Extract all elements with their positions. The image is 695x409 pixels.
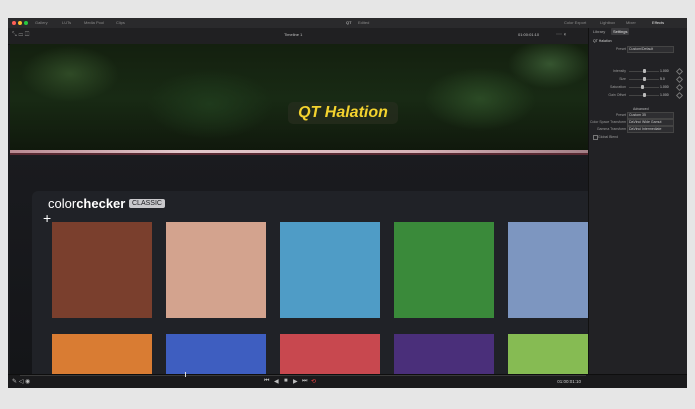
image-viewer[interactable]: QT Halation colorchecker CLASSIC + — [10, 44, 588, 374]
global-blend-label: Global Blend — [598, 135, 619, 139]
effects-panel: Library Settings QT Halation Preset Cust… — [588, 28, 687, 374]
dropdown-label: Gamma Transform — [596, 127, 626, 131]
menu-clips[interactable]: Clips — [116, 20, 125, 25]
close-icon[interactable] — [12, 21, 16, 25]
tab-settings[interactable]: Settings — [611, 28, 630, 35]
preset-row: Preset Custom/Default — [589, 46, 687, 53]
slider-label: Intensity — [612, 69, 626, 73]
keyframe-icon[interactable] — [675, 67, 684, 76]
menu-lightbox[interactable]: Lightbox — [600, 20, 615, 25]
audio-icons[interactable]: ✎ ◁ ◉ — [12, 378, 30, 385]
slider-value[interactable]: 5.0 — [660, 77, 665, 81]
slider-value[interactable]: 1.000 — [660, 93, 669, 97]
panel-tabs: Library Settings — [589, 28, 687, 37]
logo-badge: CLASSIC — [129, 199, 165, 208]
slider-knob[interactable] — [641, 85, 644, 89]
play-icon[interactable]: ▶ — [293, 378, 298, 385]
prev-frame-icon[interactable]: ⏮ — [264, 378, 269, 385]
menu-media-pool[interactable]: Media Pool — [84, 20, 104, 25]
slider-label: Saturation — [610, 85, 626, 89]
bottom-timecode: 01:00:01:10 — [557, 379, 581, 384]
preset-label: Preset — [615, 47, 626, 51]
loop-icon[interactable]: ⟲ — [311, 378, 316, 385]
color-swatch — [166, 334, 266, 374]
colorchecker-logo: colorchecker — [48, 196, 125, 211]
menu-color-export[interactable]: Color Export — [564, 20, 586, 25]
color-swatch — [508, 334, 588, 374]
slider-row: Saturation 1.000 — [589, 83, 687, 92]
viewer-options-icon[interactable]: ⋯ ◐ — [556, 31, 567, 38]
slider-value[interactable]: 1.000 — [660, 69, 669, 73]
keyframe-icon[interactable] — [675, 83, 684, 92]
zoom-icon[interactable] — [24, 21, 28, 25]
reverse-icon[interactable]: ◀ — [274, 378, 279, 385]
slider-track[interactable] — [629, 87, 659, 88]
color-swatch — [52, 334, 152, 374]
timeline-name[interactable]: Timeline 1 — [284, 32, 302, 37]
color-swatch — [280, 222, 380, 318]
menu-mixer[interactable]: Mixer — [626, 20, 636, 25]
slider-value[interactable]: 1.000 — [660, 85, 669, 89]
slider-row: Size 5.0 — [589, 75, 687, 84]
top-timecode: 01:00:01:10 — [518, 32, 540, 37]
keyframe-icon[interactable] — [675, 91, 684, 100]
menu-luts[interactable]: LUTs — [62, 20, 71, 25]
color-swatch — [394, 222, 494, 318]
crosshair-icon: + — [43, 210, 52, 226]
slider-row: Intensity 1.000 — [589, 67, 687, 76]
dropdown-row: Color Space Transform DaVinci Wide Gamut — [589, 119, 687, 126]
slider-knob[interactable] — [642, 77, 646, 81]
tool-icons[interactable]: ⤡ ▭ ◫ — [12, 32, 29, 39]
dropdown-label: Color Space Transform — [590, 120, 626, 124]
section-label: Advanced — [633, 107, 649, 111]
transport-bar: ✎ ◁ ◉ ⏮ ◀ ■ ▶ ⏭ ⟲ 01:00:01:10 — [8, 372, 687, 388]
window-title-sub: Edited — [358, 20, 370, 25]
scrubber[interactable] — [20, 372, 586, 377]
preset-dropdown[interactable]: Custom/Default — [627, 46, 674, 53]
minimize-icon[interactable] — [18, 21, 22, 25]
dropdown-row: Preset Custom 35 — [589, 112, 687, 119]
color-swatch — [166, 222, 266, 318]
overlay-title: QT Halation — [288, 102, 398, 124]
next-frame-icon[interactable]: ⏭ — [302, 378, 307, 385]
fx-header: QT Halation — [589, 39, 687, 46]
menu-gallery[interactable]: Gallery — [35, 20, 48, 25]
window-title: QT — [346, 20, 352, 25]
global-blend-row[interactable]: Global Blend — [589, 134, 687, 141]
slider-knob[interactable] — [642, 93, 646, 97]
color-swatch — [52, 222, 152, 318]
dropdown-row: Gamma Transform DaVinci Intermediate — [589, 126, 687, 133]
foliage-background — [10, 44, 588, 152]
logo-bold: checker — [76, 196, 126, 211]
color-swatch — [280, 334, 380, 374]
fx-name: QT Halation — [593, 39, 612, 43]
dropdown-label: Preset — [615, 113, 626, 117]
slider-row: Gain Offset 1.000 — [589, 91, 687, 100]
app-window: Gallery LUTs Media Pool Clips QT Edited … — [8, 18, 687, 388]
slider-label: Gain Offset — [608, 93, 626, 97]
logo-light: color — [48, 196, 77, 211]
dropdown-select[interactable]: Custom 35 — [627, 112, 674, 119]
menu-effects[interactable]: Effects — [652, 20, 664, 25]
tab-library[interactable]: Library — [593, 29, 605, 34]
stop-icon[interactable]: ■ — [284, 378, 288, 384]
slider-label: Size — [619, 77, 626, 81]
slider-knob[interactable] — [642, 69, 646, 73]
playhead[interactable] — [185, 372, 186, 377]
color-swatch — [508, 222, 588, 318]
color-swatch — [394, 334, 494, 374]
keyframe-icon[interactable] — [675, 75, 684, 84]
viewer-toolbar: ⤡ ▭ ◫ Timeline 1 01:00:01:10 ⋯ ◐ — [8, 28, 588, 45]
dropdown-select[interactable]: DaVinci Intermediate — [627, 126, 674, 133]
dropdown-select[interactable]: DaVinci Wide Gamut — [627, 119, 674, 126]
